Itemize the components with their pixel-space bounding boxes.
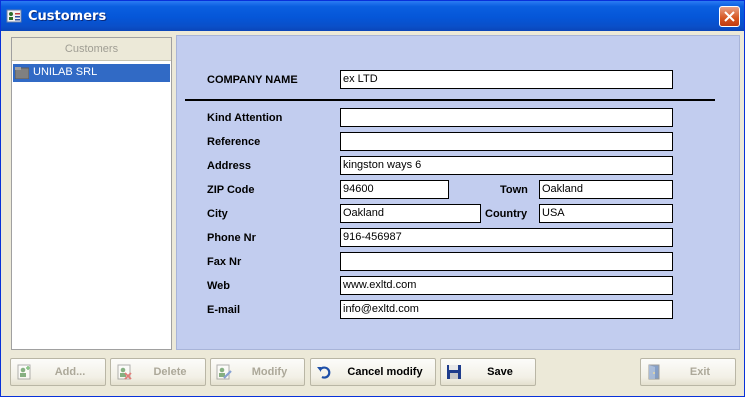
undo-icon [316, 364, 332, 380]
delete-user-icon [116, 364, 132, 380]
delete-button[interactable]: Delete [110, 358, 206, 386]
action-toolbar: Add... Delete Modify Cancel modify Save … [10, 356, 737, 388]
email-field[interactable]: info@exltd.com [340, 300, 673, 319]
fax-label: Fax Nr [207, 256, 242, 268]
close-button[interactable] [719, 6, 740, 27]
customers-window: Customers Customers UNILAB SRL COMPANY N… [0, 0, 745, 397]
reference-field[interactable] [340, 132, 673, 151]
window-client-area: Customers UNILAB SRL COMPANY NAME ex LTD… [4, 31, 741, 393]
phone-field[interactable]: 916-456987 [340, 228, 673, 247]
city-field[interactable]: Oakland [340, 204, 481, 223]
floppy-disk-icon [446, 364, 462, 380]
add-button-label: Add... [54, 366, 86, 378]
add-button[interactable]: Add... [10, 358, 106, 386]
web-field[interactable]: www.exltd.com [340, 276, 673, 295]
add-user-icon [16, 364, 32, 380]
address-label: Address [207, 160, 252, 172]
customer-list-header: Customers [12, 38, 171, 61]
save-button-label: Save [487, 366, 513, 378]
delete-button-label: Delete [153, 366, 187, 378]
customer-form: COMPANY NAME ex LTD Kind Attention Refer… [176, 35, 740, 350]
country-field[interactable]: USA [539, 204, 673, 223]
save-button[interactable]: Save [440, 358, 536, 386]
town-label: Town [500, 184, 528, 196]
city-label: City [207, 208, 228, 220]
modify-button[interactable]: Modify [210, 358, 305, 386]
folder-icon [14, 67, 30, 80]
header-divider [185, 99, 715, 101]
title-bar[interactable]: Customers [1, 1, 744, 31]
web-label: Web [207, 280, 231, 292]
country-label: Country [485, 208, 528, 220]
kind-attention-label: Kind Attention [207, 112, 283, 124]
zip-code-label: ZIP Code [207, 184, 255, 196]
phone-label: Phone Nr [207, 232, 256, 244]
list-item[interactable]: UNILAB SRL [13, 64, 170, 82]
edit-icon [216, 364, 232, 380]
fax-field[interactable] [340, 252, 673, 271]
exit-button[interactable]: Exit [640, 358, 736, 386]
exit-button-label: Exit [689, 366, 711, 378]
window-title: Customers [28, 9, 107, 24]
cancel-modify-button[interactable]: Cancel modify [310, 358, 436, 386]
company-name-label: COMPANY NAME [207, 74, 298, 86]
reference-label: Reference [207, 136, 261, 148]
modify-button-label: Modify [251, 366, 288, 378]
zip-code-field[interactable]: 94600 [340, 180, 449, 199]
kind-attention-field[interactable] [340, 108, 673, 127]
exit-door-icon [646, 364, 662, 380]
town-field[interactable]: Oakland [539, 180, 673, 199]
list-item-label: UNILAB SRL [33, 66, 98, 78]
cancel-modify-button-label: Cancel modify [347, 366, 423, 378]
email-label: E-mail [207, 304, 241, 316]
company-name-field[interactable]: ex LTD [340, 70, 673, 89]
customers-icon [6, 8, 22, 24]
close-icon [724, 11, 735, 22]
address-field[interactable]: kingston ways 6 [340, 156, 673, 175]
customer-list[interactable]: Customers UNILAB SRL [11, 37, 172, 350]
